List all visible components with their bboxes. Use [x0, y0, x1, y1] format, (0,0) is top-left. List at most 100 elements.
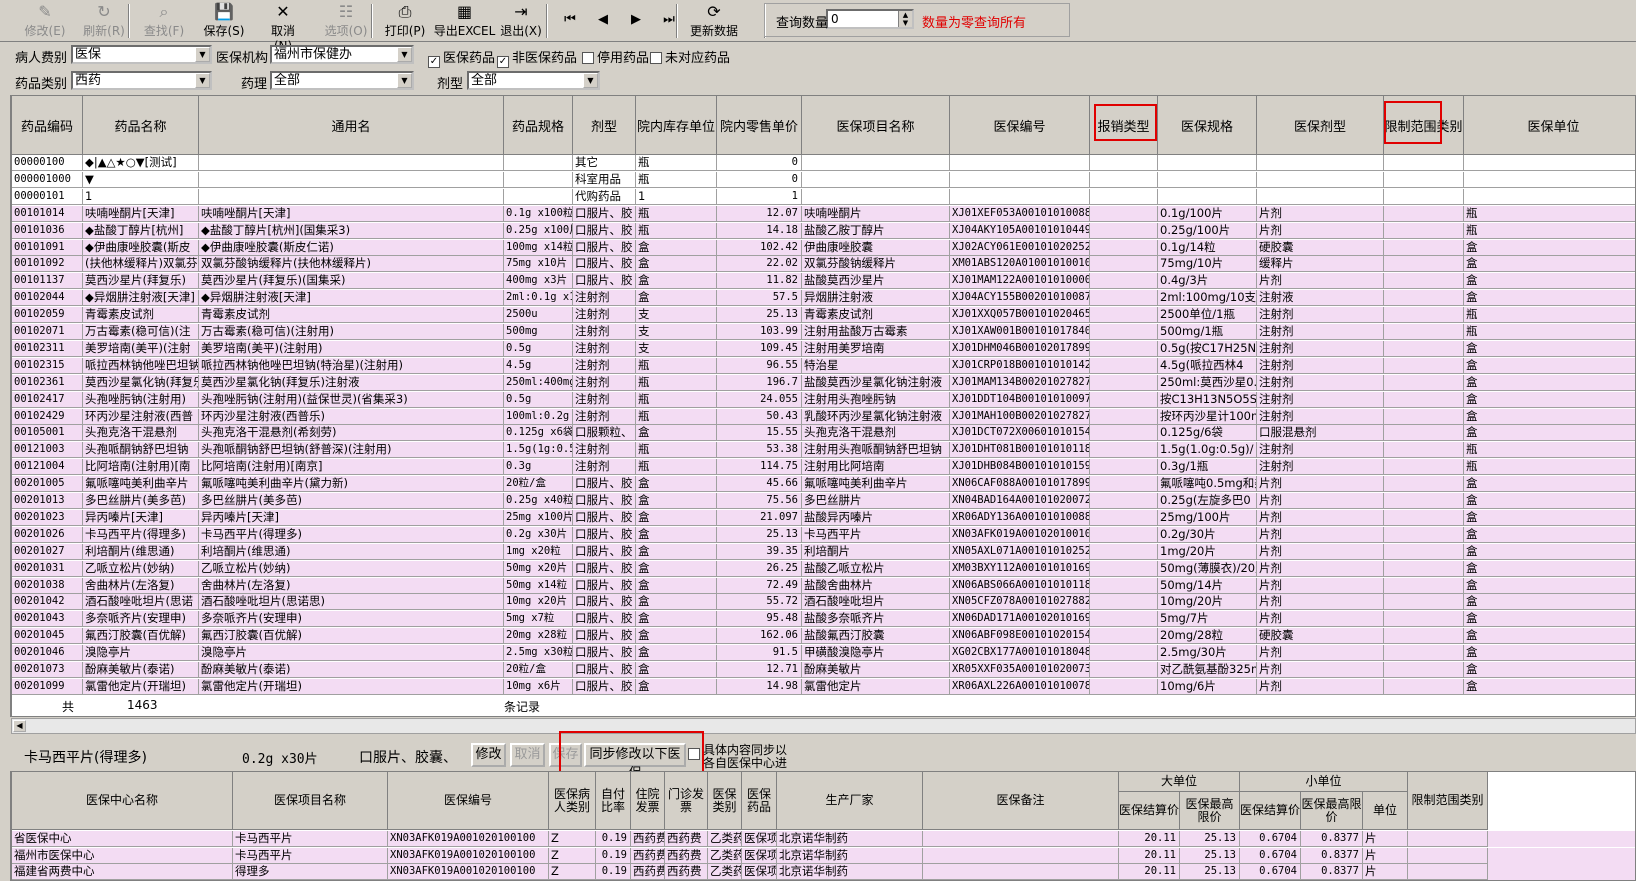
table-cell[interactable] — [1257, 188, 1384, 205]
table-cell[interactable] — [1384, 678, 1464, 695]
table-cell[interactable]: 西药费 — [631, 847, 665, 864]
table-cell[interactable]: 口服片、胶 — [573, 222, 636, 239]
table-cell[interactable]: 盒 — [1464, 341, 1635, 357]
table-cell[interactable]: 酒石酸唑吡坦片 — [802, 594, 950, 611]
table-cell[interactable] — [1090, 493, 1158, 509]
table-row[interactable]: 00000101 1 代购药品 1 1 — [12, 188, 1635, 205]
column-header[interactable]: 院内库存单位 — [636, 96, 717, 155]
table-cell[interactable]: 利培酮片(维思通) — [83, 543, 199, 560]
table-cell[interactable]: 注射剂 — [573, 408, 636, 425]
checkbox-icon[interactable] — [650, 52, 662, 64]
table-cell[interactable]: 14.98 — [717, 678, 802, 695]
column-header[interactable]: 医保单位 — [1464, 96, 1635, 155]
table-cell[interactable] — [1090, 594, 1158, 611]
table-cell[interactable]: 注射剂 — [1257, 357, 1384, 374]
table-cell[interactable]: 00101092 — [12, 256, 83, 273]
table-cell[interactable] — [1384, 239, 1464, 256]
table-cell[interactable]: 00000100 — [12, 155, 83, 171]
table-cell[interactable]: 00101014 — [12, 205, 83, 222]
table-cell[interactable]: XM01ABS120A01001010010 — [950, 256, 1090, 273]
table-cell[interactable]: XG02CBX177A00101018048 — [950, 645, 1090, 662]
table-cell[interactable]: 0.25g x100片 — [504, 222, 573, 239]
table-row[interactable]: 00201073 酚麻美敏片(泰诺) 酚麻美敏片(泰诺) 20粒/盒 口服片、胶盒 12.… — [12, 662, 1635, 678]
table-cell[interactable]: 美罗培南(美平)(注射 — [83, 340, 199, 357]
table-cell[interactable]: 14.18 — [717, 222, 802, 239]
table-cell[interactable]: 00102417 — [12, 391, 83, 408]
table-cell[interactable]: 福建省两费中心 — [12, 864, 233, 880]
table-cell[interactable]: 青霉素皮试剂 — [199, 307, 504, 324]
table-cell[interactable] — [1090, 357, 1158, 374]
table-cell[interactable]: 25.13 — [1180, 864, 1240, 880]
column-header[interactable]: 医保规格 — [1158, 96, 1257, 155]
table-cell[interactable]: 26.25 — [717, 560, 802, 577]
edit-button[interactable]: 修改 — [471, 743, 506, 767]
table-cell[interactable]: 科室用品 — [573, 171, 636, 188]
table-cell[interactable]: ◆伊曲康唑胶囊(斯皮 — [83, 239, 199, 256]
table-cell[interactable]: 北京诺华制药 — [777, 864, 923, 880]
table-cell[interactable]: XJ01CRP018B00101010142 — [950, 357, 1090, 374]
table-row[interactable]: 00201042 酒石酸唑吡坦片(思诺 酒石酸唑吡坦片(思诺思) 10mg x20片口… — [12, 594, 1635, 611]
table-cell[interactable]: 20.11 — [1119, 864, 1180, 880]
table-cell[interactable]: 多巴丝肼片 — [802, 493, 950, 509]
table-cell[interactable]: 支 — [636, 307, 717, 324]
table-cell[interactable]: 利培酮片 — [802, 543, 950, 560]
table-row[interactable]: 00101137 莫西沙星片(拜复乐) 莫西沙星片(拜复乐)(国集采) 400mg x… — [12, 273, 1635, 290]
table-row[interactable]: 00201043 多奈哌齐片(安理申) 多奈哌齐片(安理申) 5mg x7粒 口服片、胶… — [12, 611, 1635, 628]
table-cell[interactable]: 乙哌立松片(妙纳) — [83, 560, 199, 577]
table-cell[interactable]: (扶他林缓释片)双氯芬 — [83, 256, 199, 273]
column-header[interactable]: 医保最高限价 — [1180, 792, 1240, 830]
table-cell[interactable]: 酚麻美敏片 — [802, 662, 950, 678]
table-cell[interactable]: XJ01MAM134B00201027827 — [950, 374, 1090, 391]
first-button[interactable]: ⏮ — [557, 2, 583, 40]
table-cell[interactable]: 口服片、胶 — [573, 509, 636, 526]
table-cell[interactable]: 瓶 — [636, 205, 717, 222]
table-cell[interactable] — [1090, 188, 1158, 205]
column-header[interactable]: 住院发票 — [631, 772, 665, 830]
table-cell[interactable]: XJ02ACY061E00101020252 — [950, 239, 1090, 256]
table-cell[interactable]: 0.3g — [504, 459, 573, 476]
table-cell[interactable]: 盒 — [636, 273, 717, 290]
table-cell[interactable]: 00101137 — [12, 273, 83, 290]
table-cell[interactable]: 瓶 — [636, 155, 717, 171]
table-cell[interactable]: 口服片、胶 — [573, 543, 636, 560]
table-cell[interactable]: 注射剂 — [573, 357, 636, 374]
table-cell[interactable]: XR05XXF035A00101020073 — [950, 662, 1090, 678]
table-cell[interactable]: 异丙嗪片[天津] — [83, 509, 199, 526]
table-cell[interactable]: 呋喃唑酮片[天津] — [83, 205, 199, 222]
table-cell[interactable]: 医保项 — [742, 847, 777, 864]
table-cell[interactable]: 盒 — [1464, 240, 1635, 256]
table-cell[interactable]: 溴隐亭片 — [83, 645, 199, 662]
table-cell[interactable]: 盐酸舍曲林片 — [802, 577, 950, 594]
column-header[interactable]: 医保项目名称 — [802, 96, 950, 155]
table-cell[interactable]: 0.8377 — [1301, 847, 1363, 864]
table-cell[interactable] — [1384, 594, 1464, 611]
table-cell[interactable]: 片剂 — [1257, 526, 1384, 543]
table-row[interactable]: 省医保中心 卡马西平片 XN03AFK019A001020100100 Z 0.19 西药… — [12, 831, 1635, 847]
table-cell[interactable]: 片剂 — [1257, 645, 1384, 662]
table-cell[interactable]: 医保项 — [742, 864, 777, 880]
table-row[interactable]: 00201038 舍曲林片(左洛复) 舍曲林片(左洛复) 50mg x14粒 口服片、胶… — [12, 577, 1635, 594]
table-cell[interactable]: 酚麻美敏片(泰诺) — [83, 662, 199, 678]
table-cell[interactable]: 00201046 — [12, 645, 83, 662]
table-cell[interactable]: 0.8377 — [1301, 864, 1363, 880]
table-cell[interactable]: 10mg x20片 — [504, 594, 573, 611]
table-cell[interactable] — [1090, 662, 1158, 678]
table-cell[interactable]: XR06AXL226A00101010078 — [950, 678, 1090, 695]
table-cell[interactable]: 盒 — [1464, 358, 1635, 374]
table-cell[interactable]: 2.5mg/30片 — [1158, 645, 1257, 662]
table-cell[interactable]: 盒 — [1464, 493, 1635, 509]
table-cell[interactable]: 支 — [636, 340, 717, 357]
table-cell[interactable]: 5mg/7片 — [1158, 611, 1257, 628]
table-cell[interactable]: 00000101 — [12, 188, 83, 205]
table-cell[interactable]: 代购药品 — [573, 188, 636, 205]
table-cell[interactable]: 环丙沙星注射液(西普乐) — [199, 408, 504, 425]
table-cell[interactable]: 口服片、胶 — [573, 628, 636, 645]
table-cell[interactable]: 异丙嗪片[天津] — [199, 509, 504, 526]
table-cell[interactable]: 片 — [1363, 847, 1408, 864]
table-cell[interactable] — [923, 831, 1119, 847]
table-cell[interactable]: 盒 — [1464, 510, 1635, 526]
table-cell[interactable]: 0.5g(按C17H25N3 — [1158, 340, 1257, 357]
table-cell[interactable]: 75mg x10片 — [504, 256, 573, 273]
table-cell[interactable]: 注射剂 — [1257, 374, 1384, 391]
table-cell[interactable]: 片剂 — [1257, 273, 1384, 290]
